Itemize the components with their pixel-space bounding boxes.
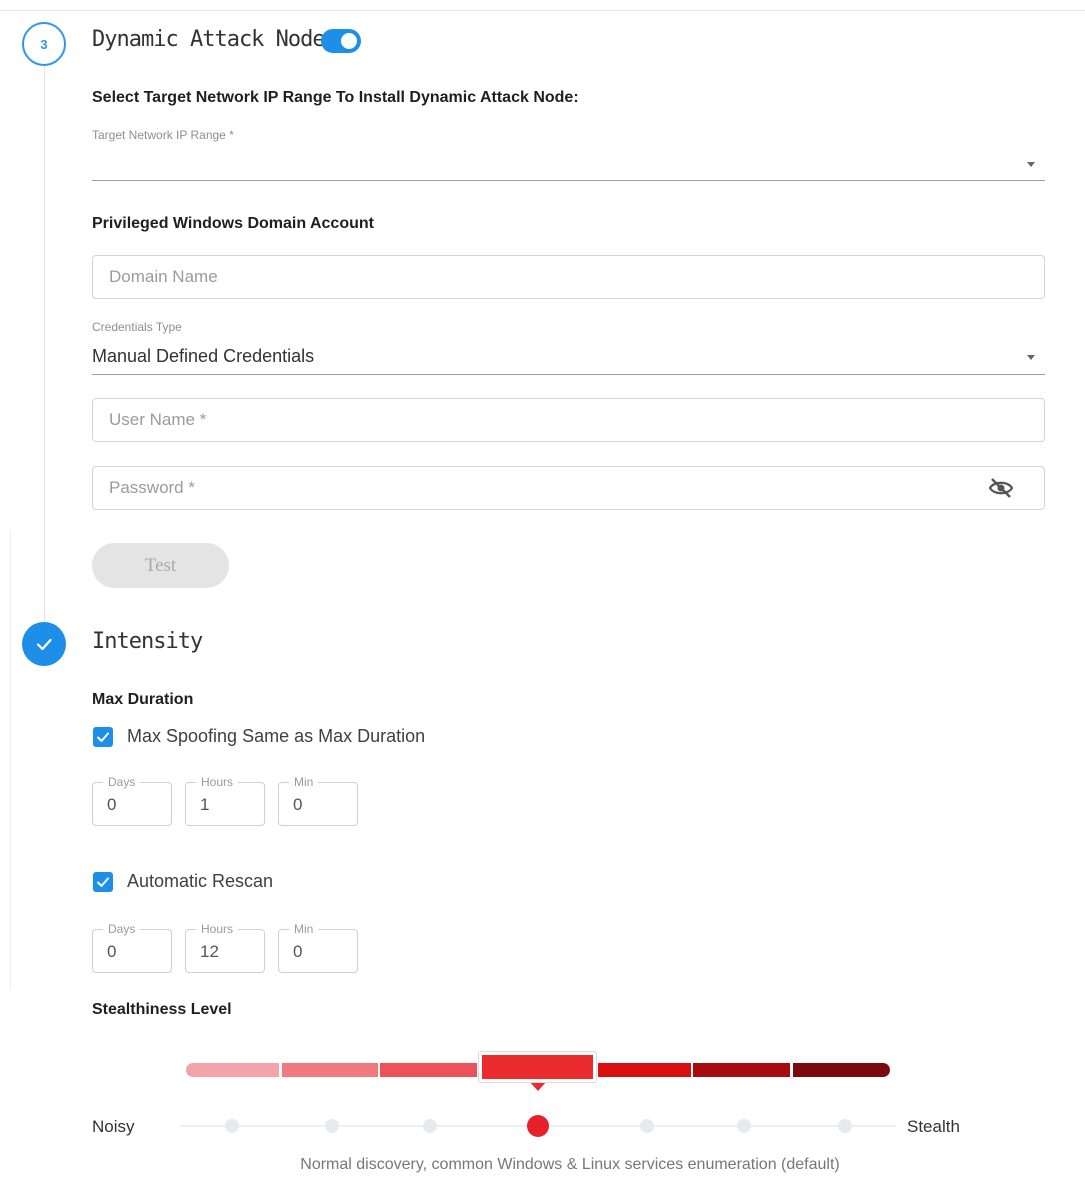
days-label: Days (103, 921, 141, 937)
min-value: 0 (293, 942, 303, 961)
rescan-min-field[interactable]: Min 0 (278, 921, 358, 973)
stealth-level-segment[interactable] (598, 1063, 691, 1077)
slider-step-dot[interactable] (325, 1119, 339, 1133)
chevron-down-icon (1027, 162, 1035, 167)
max-duration-min-field[interactable]: Min 0 (278, 774, 358, 826)
days-value: 0 (107, 942, 117, 961)
stealth-level-segment[interactable] (793, 1063, 890, 1077)
hours-label: Hours (196, 921, 239, 937)
domain-account-heading: Privileged Windows Domain Account (92, 215, 374, 232)
min-value: 0 (293, 795, 303, 814)
rescan-hours-field[interactable]: Hours 12 (185, 921, 265, 973)
hours-value: 1 (200, 795, 210, 814)
stealth-label: Stealth (907, 1117, 960, 1136)
slider-step-dot[interactable] (640, 1119, 654, 1133)
target-range-label: Target Network IP Range * (92, 128, 234, 142)
stealth-level-segment[interactable] (693, 1063, 790, 1077)
password-field (92, 466, 1045, 510)
max-duration-hours-field[interactable]: Hours 1 (185, 774, 265, 826)
noisy-label: Noisy (92, 1117, 135, 1136)
max-duration-heading: Max Duration (92, 691, 194, 708)
max-spoofing-checkbox[interactable] (93, 727, 113, 747)
max-spoofing-label: Max Spoofing Same as Max Duration (127, 726, 426, 746)
slider-step-dot[interactable] (838, 1119, 852, 1133)
stealth-level-segment[interactable] (479, 1052, 596, 1082)
max-duration-days-field[interactable]: Days 0 (92, 774, 172, 826)
hours-value: 12 (200, 942, 219, 961)
check-icon (36, 638, 52, 651)
automatic-rescan-checkbox[interactable] (93, 872, 113, 892)
credentials-type-value: Manual Defined Credentials (92, 346, 315, 366)
step-3-indicator: 3 (22, 22, 66, 66)
min-label: Min (289, 774, 319, 790)
section-title-intensity: Intensity (92, 629, 203, 654)
stealth-level-segment[interactable] (282, 1063, 378, 1077)
domain-name-input[interactable] (92, 255, 1045, 299)
automatic-rescan-label: Automatic Rescan (127, 871, 274, 891)
credentials-type-select[interactable]: Manual Defined Credentials (92, 340, 1045, 375)
select-underline (92, 180, 1045, 181)
stealthiness-heading: Stealthiness Level (92, 1001, 232, 1018)
check-icon (97, 732, 109, 742)
select-range-heading: Select Target Network IP Range To Instal… (92, 89, 579, 106)
intensity-step-indicator (22, 622, 66, 666)
selected-level-pointer (529, 1081, 547, 1091)
left-border (10, 530, 11, 990)
chevron-down-icon (1027, 355, 1035, 360)
section-title-dynamic-attack-node: Dynamic Attack Node (92, 27, 326, 52)
step-number: 3 (40, 36, 48, 52)
rescan-days-field[interactable]: Days 0 (92, 921, 172, 973)
slider-handle[interactable] (527, 1115, 549, 1137)
credentials-type-label: Credentials Type (92, 320, 182, 334)
stepper-connector (44, 64, 45, 624)
target-range-select[interactable] (92, 145, 1045, 181)
days-label: Days (103, 774, 141, 790)
top-divider (0, 10, 1085, 11)
stealthiness-description: Normal discovery, common Windows & Linux… (300, 1156, 840, 1173)
hours-label: Hours (196, 774, 239, 790)
min-label: Min (289, 921, 319, 937)
select-underline (92, 374, 1045, 375)
slider-step-dot[interactable] (225, 1119, 239, 1133)
toggle-knob (341, 33, 357, 49)
password-input[interactable] (92, 466, 1045, 510)
stealth-level-segment[interactable] (186, 1063, 279, 1077)
check-icon (97, 877, 109, 887)
slider-step-dot[interactable] (737, 1119, 751, 1133)
days-value: 0 (107, 795, 117, 814)
eye-off-icon[interactable] (987, 476, 1015, 500)
dynamic-attack-node-toggle[interactable] (321, 29, 361, 53)
test-button[interactable]: Test (92, 543, 229, 588)
slider-step-dot[interactable] (423, 1119, 437, 1133)
stealth-level-segment[interactable] (380, 1063, 477, 1077)
username-input[interactable] (92, 398, 1045, 442)
